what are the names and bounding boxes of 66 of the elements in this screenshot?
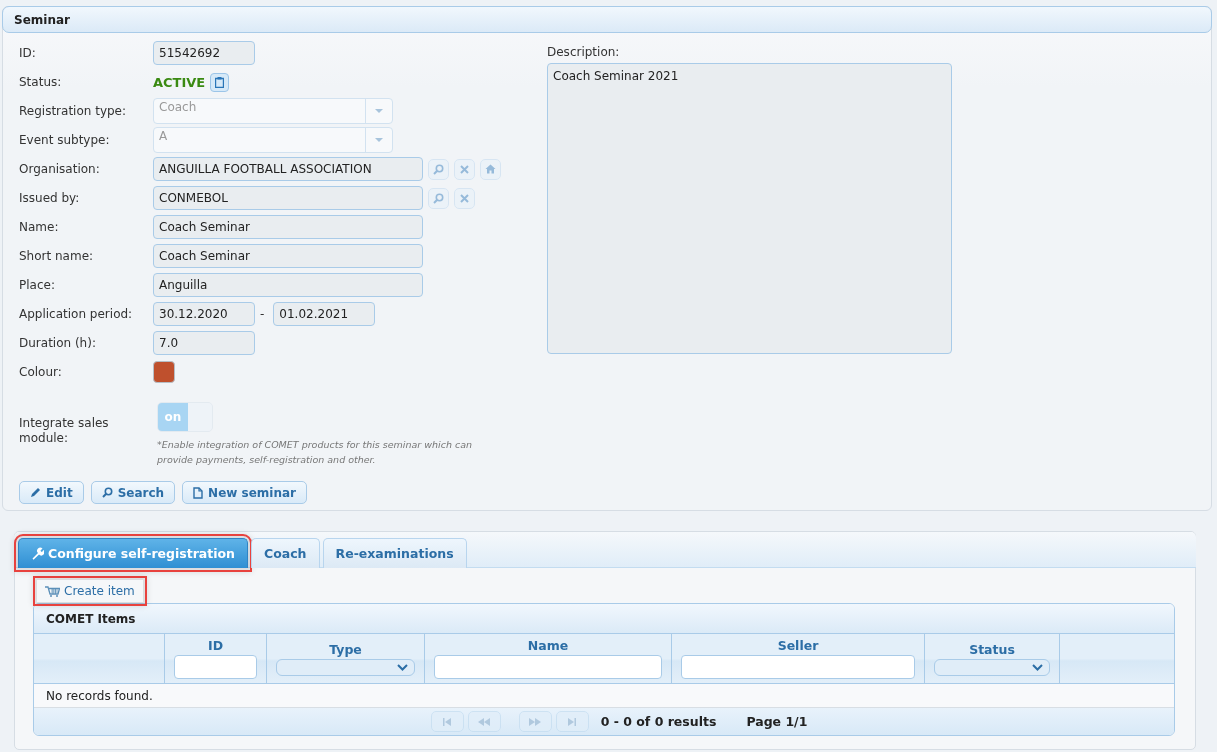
cart-icon [45, 585, 60, 597]
tab[interactable]: Re-examinations [322, 538, 467, 568]
panel-title: Seminar [2, 6, 1212, 33]
field-label: Duration (h): [19, 336, 97, 350]
tab[interactable]: Coach [251, 538, 320, 568]
hint-text: *Enable integration of COMET products for this seminar which can provide payments, self-registration and other. [157, 438, 473, 467]
text-field[interactable]: Coach Seminar [153, 215, 423, 239]
close-icon [460, 193, 469, 203]
field-label: Short name: [19, 249, 95, 263]
edit-button[interactable]: Edit [19, 481, 84, 504]
description-field[interactable]: Coach Seminar 2021 [547, 63, 952, 354]
chevron-down-icon [397, 663, 408, 671]
date-field[interactable]: 30.12.2020 [153, 302, 255, 326]
field-label: Integrate sales module: [19, 416, 110, 446]
text-field[interactable]: CONMEBOL [153, 186, 423, 210]
column-header[interactable]: ID [208, 638, 223, 653]
chevron-down-icon [1032, 663, 1043, 671]
first-page-icon [442, 717, 453, 726]
date-field[interactable]: 01.02.2021 [273, 302, 376, 326]
new-button[interactable]: New seminar [182, 481, 307, 504]
text-field[interactable]: 51542692 [153, 41, 255, 65]
field-label: Status: [19, 75, 63, 89]
previous-page-icon [478, 717, 491, 726]
column-header[interactable]: Status [969, 641, 1015, 657]
field-label: Event subtype: [19, 133, 111, 147]
text-field[interactable]: 7.0 [153, 331, 255, 355]
filter-field[interactable] [681, 655, 915, 679]
filter-field[interactable] [434, 655, 662, 679]
results-count: 0 - 0 of 0 results [600, 714, 717, 729]
field-label: Registration type: [19, 104, 128, 118]
next-page-icon [529, 717, 542, 726]
colour-swatch[interactable] [153, 361, 175, 383]
field-label: Colour: [19, 365, 63, 379]
search-button[interactable]: Search [90, 481, 176, 504]
column-header[interactable]: Name [527, 638, 569, 653]
pencil-icon [30, 487, 41, 498]
field-label: Name: [19, 220, 60, 234]
wrench-icon [31, 547, 44, 560]
field-label: Organisation: [19, 162, 101, 176]
clipboard-icon [215, 76, 225, 88]
field-label: ID: [19, 46, 37, 60]
search-icon [433, 163, 444, 175]
table-title: COMET Items [34, 604, 1174, 634]
filter-dropdown[interactable] [934, 658, 1050, 676]
text-field[interactable]: Coach Seminar [153, 244, 423, 268]
text-field[interactable]: ANGUILLA FOOTBALL ASSOCIATION [153, 157, 423, 181]
field-label: Description: [547, 45, 621, 59]
create-item-button[interactable]: Create item [37, 580, 143, 602]
column-header[interactable]: Type [329, 641, 362, 657]
last-page-icon [567, 717, 578, 726]
home-icon [485, 164, 496, 174]
close-icon [460, 164, 469, 174]
status-text: ACTIVE [153, 74, 206, 90]
clipboard-button[interactable] [210, 72, 230, 92]
range-separator: - [260, 307, 265, 321]
filter-dropdown[interactable] [276, 658, 415, 676]
field-label: Issued by: [19, 191, 81, 205]
filter-field[interactable] [174, 655, 257, 679]
search-icon [433, 192, 444, 204]
page-icon [193, 486, 204, 499]
page-indicator: Page 1/1 [746, 714, 808, 729]
search-icon [101, 487, 113, 498]
field-label: Application period: [19, 307, 134, 321]
field-label: Place: [19, 278, 56, 292]
text-field[interactable]: Anguilla [153, 273, 423, 297]
column-header[interactable]: Seller [777, 638, 819, 653]
